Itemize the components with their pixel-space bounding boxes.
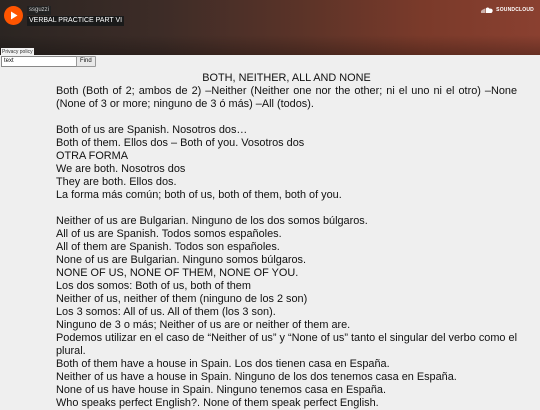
- text-line: Both of them have a house in Spain. Los …: [56, 358, 390, 370]
- text-line: Neither of us have a house in Spain. Nin…: [56, 371, 457, 383]
- track-username[interactable]: ssguzzi: [27, 6, 52, 15]
- search-input[interactable]: text: [1, 56, 79, 67]
- text-line: None of us have house in Spain. Ninguno …: [56, 384, 386, 396]
- find-button[interactable]: Find: [76, 56, 96, 67]
- text-line: Who speaks perfect English?. None of the…: [56, 397, 379, 409]
- text-line: Both of them. Ellos dos – Both of you. V…: [56, 137, 305, 149]
- text-line: None of us are Bulgarian. Ninguno somos …: [56, 254, 307, 266]
- grammar-note: Podemos utilizar en el caso de “Neither …: [56, 332, 517, 357]
- text-line: Los 3 somos: All of us. All of them (los…: [56, 306, 276, 318]
- text-line: Both of us are Spanish. Nosotros dos…: [56, 124, 248, 136]
- text-line: NONE OF US, NONE OF THEM, NONE OF YOU.: [56, 267, 299, 279]
- text-line: All of them are Spanish. Todos son españ…: [56, 241, 280, 253]
- text-line: La forma más común; both of us, both of …: [56, 189, 342, 201]
- track-title[interactable]: VERBAL PRACTICE PART VI: [27, 16, 125, 26]
- text-line: We are both. Nosotros dos: [56, 163, 186, 175]
- text-line: They are both. Ellos dos.: [56, 176, 177, 188]
- article-title: BOTH, NEITHER, ALL AND NONE: [202, 72, 371, 84]
- text-line: Neither of us are Bulgarian. Ninguno de …: [56, 215, 368, 227]
- text-line: Ninguno de 3 o más; Neither of us are or…: [56, 319, 351, 331]
- brand-label: SOUNDCLOUD: [496, 7, 534, 13]
- intro-paragraph: Both (Both of 2; ambos de 2) –Neither (N…: [56, 85, 517, 110]
- privacy-policy-link[interactable]: Privacy policy: [1, 48, 34, 56]
- soundcloud-logo[interactable]: SOUNDCLOUD: [481, 7, 534, 13]
- text-line: All of us are Spanish. Todos somos españ…: [56, 228, 282, 240]
- text-line: OTRA FORMA: [56, 150, 129, 162]
- cloud-icon: [481, 7, 493, 13]
- play-icon: [10, 11, 17, 20]
- text-line: Neither of us, neither of them (ninguno …: [56, 293, 308, 305]
- play-button[interactable]: [4, 6, 23, 25]
- text-line: Los dos somos: Both of us, both of them: [56, 280, 251, 292]
- article-content: BOTH, NEITHER, ALL AND NONE Both (Both o…: [56, 72, 517, 410]
- soundcloud-player: ssguzzi VERBAL PRACTICE PART VI SOUNDCLO…: [0, 0, 540, 55]
